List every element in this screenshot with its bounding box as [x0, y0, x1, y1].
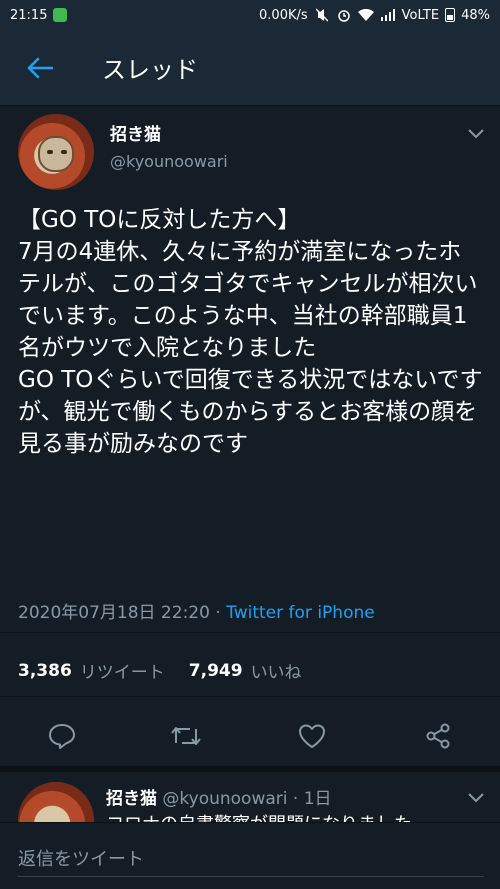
- retweet-icon[interactable]: [170, 723, 202, 749]
- reply-text: コロナの自粛警察が問題になりました: [106, 810, 412, 822]
- tweet-stats: 3,386 リツイート 7,949 いいね: [18, 658, 302, 684]
- reply-button[interactable]: [44, 718, 80, 754]
- chevron-down-icon[interactable]: [468, 129, 484, 139]
- share-button[interactable]: [420, 718, 456, 754]
- meta-separator: ·: [209, 603, 227, 623]
- tweet-text: 【GO TOに反対した方へ】 7月の4連休、久々に予約が満室になったホテルが、こ…: [18, 207, 483, 457]
- share-icon[interactable]: [424, 722, 452, 750]
- retweet-count[interactable]: 3,386: [18, 661, 72, 681]
- status-time: 21:15: [10, 7, 48, 23]
- retweet-label[interactable]: リツイート: [80, 658, 165, 683]
- like-label[interactable]: いいね: [251, 658, 302, 683]
- retweet-button[interactable]: [168, 718, 204, 754]
- user-handle[interactable]: @kyounoowari: [110, 152, 228, 171]
- reply-input[interactable]: 返信をツイート: [18, 837, 484, 877]
- tweet-meta: 2020年07月18日 22:20 · Twitter for iPhone: [18, 598, 375, 623]
- reply-user-name[interactable]: 招き猫: [106, 789, 157, 809]
- signal-icon: [380, 8, 396, 22]
- reply-tweet[interactable]: 招き猫 @kyounoowari · 1日 コロナの自粛警察が問題になりました: [0, 772, 500, 822]
- status-bar: 21:15 0.00K/s VoLTE 48%: [0, 0, 500, 30]
- net-speed: 0.00K/s: [259, 7, 308, 23]
- user-display-name[interactable]: 招き猫: [110, 120, 161, 145]
- tweet-menu-button[interactable]: [466, 124, 486, 144]
- reply-icon[interactable]: [48, 723, 76, 749]
- tweet-timestamp: 2020年07月18日 22:20: [18, 603, 210, 623]
- alarm-icon: [336, 8, 352, 22]
- battery-icon: [445, 8, 456, 22]
- page-title: スレッド: [102, 56, 198, 84]
- back-button[interactable]: [0, 30, 80, 106]
- reply-avatar[interactable]: [18, 782, 94, 822]
- like-count[interactable]: 7,949: [189, 661, 243, 681]
- reply-composer: 返信をツイート: [0, 822, 500, 889]
- app-header: スレッド: [0, 30, 500, 106]
- reply-menu-button[interactable]: [466, 788, 486, 808]
- battery-level: 48%: [461, 7, 490, 23]
- avatar[interactable]: [18, 114, 94, 190]
- like-icon[interactable]: [298, 723, 326, 749]
- tweet-actions: [0, 718, 500, 754]
- divider: [0, 696, 500, 697]
- divider: [0, 632, 500, 633]
- silent-icon: [314, 8, 330, 22]
- back-arrow-icon[interactable]: [27, 57, 53, 79]
- wifi-icon: [357, 8, 374, 22]
- tweet-source-link[interactable]: Twitter for iPhone: [226, 603, 375, 623]
- avatar-cat-image: [38, 136, 74, 172]
- volte-label: VoLTE: [401, 7, 440, 23]
- chevron-down-icon[interactable]: [468, 793, 484, 803]
- like-button[interactable]: [294, 718, 330, 754]
- app-notification-icon: [53, 8, 68, 22]
- reply-header: 招き猫 @kyounoowari · 1日: [106, 784, 332, 809]
- reply-handle-time: @kyounoowari · 1日: [162, 789, 332, 809]
